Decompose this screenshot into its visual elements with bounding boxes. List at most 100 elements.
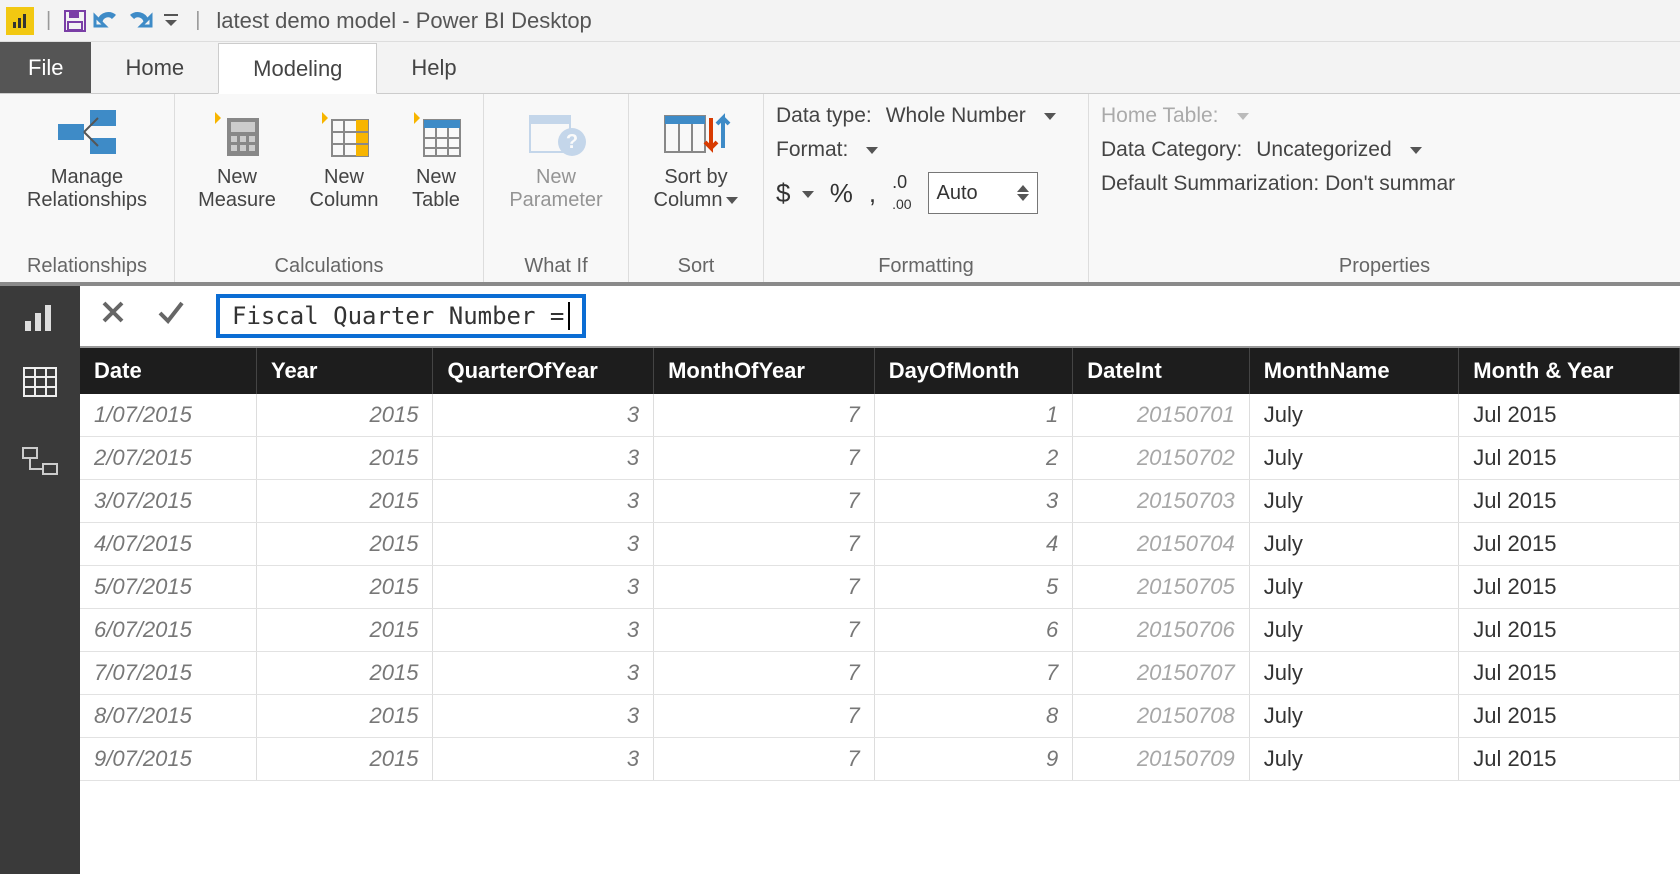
qat-customize[interactable]	[155, 5, 187, 37]
cell[interactable]: 8	[874, 695, 1073, 738]
col-header[interactable]: Date	[80, 348, 256, 394]
cell[interactable]: 2015	[256, 394, 432, 437]
cell[interactable]: 20150707	[1073, 652, 1249, 695]
col-header[interactable]: DayOfMonth	[874, 348, 1073, 394]
tab-file[interactable]: File	[0, 42, 91, 93]
cell[interactable]: July	[1249, 480, 1459, 523]
format-dropdown[interactable]: Format:	[776, 138, 1076, 162]
table-row[interactable]: 9/07/2015201537920150709JulyJul 2015	[80, 738, 1680, 781]
cell[interactable]: 3/07/2015	[80, 480, 256, 523]
cell[interactable]: 2015	[256, 609, 432, 652]
cell[interactable]: 6	[874, 609, 1073, 652]
cell[interactable]: Jul 2015	[1459, 437, 1680, 480]
cell[interactable]: 3	[433, 695, 654, 738]
cell[interactable]: Jul 2015	[1459, 480, 1680, 523]
cell[interactable]: 3	[874, 480, 1073, 523]
percent-button[interactable]: %	[830, 178, 853, 209]
cell[interactable]: 20150709	[1073, 738, 1249, 781]
cell[interactable]: 8/07/2015	[80, 695, 256, 738]
cell[interactable]: 2015	[256, 652, 432, 695]
new-table-button[interactable]: NewTable	[401, 100, 471, 212]
formula-cancel-button[interactable]	[100, 299, 126, 333]
cell[interactable]: 7	[654, 609, 875, 652]
col-header[interactable]: QuarterOfYear	[433, 348, 654, 394]
model-view-button[interactable]	[20, 442, 60, 482]
cell[interactable]: 9/07/2015	[80, 738, 256, 781]
col-header[interactable]: Year	[256, 348, 432, 394]
new-column-button[interactable]: NewColumn	[301, 100, 387, 212]
col-header[interactable]: MonthOfYear	[654, 348, 875, 394]
manage-relationships-button[interactable]: ManageRelationships	[12, 100, 162, 212]
table-row[interactable]: 1/07/2015201537120150701JulyJul 2015	[80, 394, 1680, 437]
table-row[interactable]: 7/07/2015201537720150707JulyJul 2015	[80, 652, 1680, 695]
currency-button[interactable]: $	[776, 178, 814, 209]
table-row[interactable]: 5/07/2015201537520150705JulyJul 2015	[80, 566, 1680, 609]
cell[interactable]: Jul 2015	[1459, 609, 1680, 652]
spinner-icon[interactable]	[1017, 185, 1029, 201]
cell[interactable]: 1	[874, 394, 1073, 437]
table-row[interactable]: 8/07/2015201537820150708JulyJul 2015	[80, 695, 1680, 738]
cell[interactable]: 7	[654, 695, 875, 738]
cell[interactable]: 6/07/2015	[80, 609, 256, 652]
cell[interactable]: 3	[433, 566, 654, 609]
cell[interactable]: Jul 2015	[1459, 695, 1680, 738]
cell[interactable]: 5/07/2015	[80, 566, 256, 609]
col-header[interactable]: Month & Year	[1459, 348, 1680, 394]
cell[interactable]: July	[1249, 738, 1459, 781]
cell[interactable]: Jul 2015	[1459, 652, 1680, 695]
redo-button[interactable]	[123, 5, 155, 37]
cell[interactable]: 3	[433, 609, 654, 652]
summarization-dropdown[interactable]: Default Summarization: Don't summar	[1101, 172, 1521, 196]
cell[interactable]: Jul 2015	[1459, 566, 1680, 609]
thousand-sep-button[interactable]: ,	[869, 178, 876, 209]
tab-modeling[interactable]: Modeling	[218, 43, 377, 94]
cell[interactable]: Jul 2015	[1459, 738, 1680, 781]
tab-help[interactable]: Help	[377, 42, 490, 93]
table-row[interactable]: 2/07/2015201537220150702JulyJul 2015	[80, 437, 1680, 480]
formula-commit-button[interactable]	[156, 299, 186, 333]
cell[interactable]: 20150704	[1073, 523, 1249, 566]
undo-button[interactable]	[91, 5, 123, 37]
cell[interactable]: 1/07/2015	[80, 394, 256, 437]
cell[interactable]: 7/07/2015	[80, 652, 256, 695]
cell[interactable]: 3	[433, 652, 654, 695]
cell[interactable]: 20150701	[1073, 394, 1249, 437]
data-type-dropdown[interactable]: Data type: Whole Number	[776, 104, 1076, 128]
data-view-button[interactable]	[20, 362, 60, 402]
cell[interactable]: July	[1249, 566, 1459, 609]
sort-by-column-button[interactable]: Sort byColumn	[641, 100, 751, 212]
data-category-dropdown[interactable]: Data Category: Uncategorized	[1101, 138, 1521, 162]
cell[interactable]: 20150703	[1073, 480, 1249, 523]
cell[interactable]: 20150702	[1073, 437, 1249, 480]
report-view-button[interactable]	[20, 298, 60, 338]
cell[interactable]: 7	[654, 394, 875, 437]
cell[interactable]: 7	[654, 738, 875, 781]
cell[interactable]: 7	[874, 652, 1073, 695]
cell[interactable]: 4	[874, 523, 1073, 566]
cell[interactable]: 2015	[256, 695, 432, 738]
cell[interactable]: 20150706	[1073, 609, 1249, 652]
tab-home[interactable]: Home	[91, 42, 218, 93]
cell[interactable]: Jul 2015	[1459, 394, 1680, 437]
cell[interactable]: 3	[433, 523, 654, 566]
cell[interactable]: 2015	[256, 437, 432, 480]
cell[interactable]: 9	[874, 738, 1073, 781]
formula-input[interactable]: Fiscal Quarter Number =	[216, 294, 586, 338]
cell[interactable]: 20150705	[1073, 566, 1249, 609]
cell[interactable]: 2015	[256, 738, 432, 781]
col-header[interactable]: MonthName	[1249, 348, 1459, 394]
cell[interactable]: 3	[433, 394, 654, 437]
cell[interactable]: 3	[433, 738, 654, 781]
cell[interactable]: 4/07/2015	[80, 523, 256, 566]
cell[interactable]: 2015	[256, 480, 432, 523]
cell[interactable]: July	[1249, 394, 1459, 437]
cell[interactable]: 7	[654, 523, 875, 566]
cell[interactable]: 7	[654, 566, 875, 609]
cell[interactable]: July	[1249, 437, 1459, 480]
cell[interactable]: July	[1249, 652, 1459, 695]
table-row[interactable]: 6/07/2015201537620150706JulyJul 2015	[80, 609, 1680, 652]
table-row[interactable]: 4/07/2015201537420150704JulyJul 2015	[80, 523, 1680, 566]
cell[interactable]: Jul 2015	[1459, 523, 1680, 566]
cell[interactable]: 2/07/2015	[80, 437, 256, 480]
cell[interactable]: July	[1249, 695, 1459, 738]
